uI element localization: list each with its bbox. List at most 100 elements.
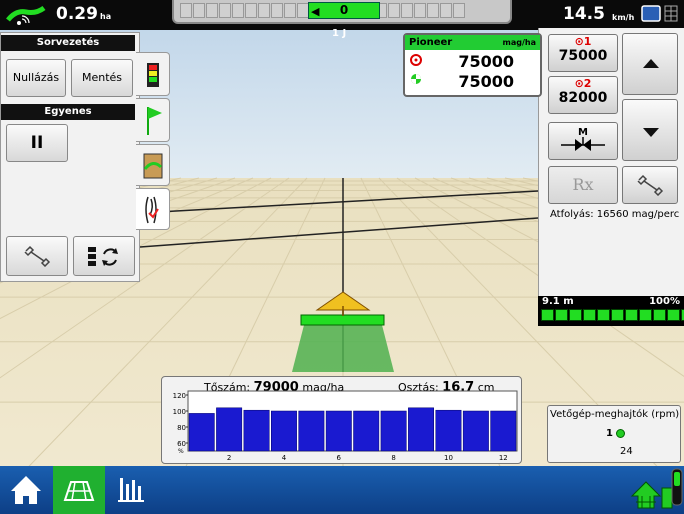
lightbar-center: ◀ 0 [308,2,380,19]
lightbar-tab-icon [147,63,159,87]
y-unit: % [178,448,184,455]
nav-home[interactable] [0,466,52,514]
rate-preset-1-value: 75000 [558,48,608,64]
population-chart[interactable]: Tőszám: 79000 mag/ha Osztás: 16.7 cm 120… [161,376,522,464]
rate-preset-2-button[interactable]: ⊙2 82000 [548,76,618,114]
population-bar [490,410,517,452]
product-rate-card[interactable]: Pioneer mag/ha 75000 75000 [403,33,542,97]
manual-rate-button[interactable]: M [548,122,618,160]
tab-field-boundary[interactable] [136,144,170,186]
guidance-panel: Sorvezetés Nullázás Mentés Egyenes II [0,32,140,282]
lightbar-cell [193,3,205,18]
field-operation-icon[interactable] [626,468,674,512]
save-button[interactable]: Mentés [71,59,133,97]
population-bar [298,410,325,452]
y-tick-label: 120 [173,392,186,400]
boom-section [541,309,554,321]
lightbar: ◀ 0 [172,0,512,24]
target-icon [410,54,422,66]
bottom-navigation [0,466,684,514]
speed-unit: km/h [612,13,635,22]
flag-tab-icon [147,107,162,135]
lightbar-cell [414,3,426,18]
area-unit: ha [100,12,112,21]
x-tick-label: 12 [499,454,508,462]
tab-flags[interactable] [136,98,170,142]
boom-section [667,309,680,321]
rate-decrease-button[interactable] [622,99,678,161]
product-settings-button[interactable] [622,166,678,204]
drive-status-icon [615,428,625,438]
drive-row: 1 [606,428,625,439]
steering-tab-icon [145,196,159,224]
lightbar-cell [206,3,218,18]
status-indicator-icon [671,468,683,506]
chart-icon [118,478,144,502]
settings-button[interactable] [6,236,68,276]
screen: 0.29 ha ◀ 0 14.5 km/h 1 J Sorvezetés Nul… [0,0,684,514]
reset-button[interactable]: Nullázás [6,59,66,97]
product-unit: mag/ha [502,38,536,47]
lightbar-cell [427,3,439,18]
y-tick-label: 60 [177,440,186,448]
prescription-button[interactable]: Rx [548,166,618,204]
lightbar-cell [180,3,192,18]
map-view-toggle-icon[interactable] [641,4,679,24]
product-name: Pioneer [409,37,453,48]
cycle-pattern-button[interactable] [73,236,135,276]
x-tick-label: 10 [444,454,453,462]
x-tick-label: 8 [391,454,395,462]
rate-preset-1-button[interactable]: ⊙1 75000 [548,34,618,72]
pattern-header: Egyenes [1,104,135,120]
boom-section [653,309,666,321]
pause-button[interactable]: II [6,124,68,162]
guidance-offset: 0 [339,3,349,17]
actual-rate-row: 75000 [405,70,540,91]
speed-value: 14.5 [563,4,605,24]
population-bar [243,409,270,452]
y-tick-label: 80 [177,424,186,432]
population-bar [380,410,407,452]
lightbar-cell [258,3,270,18]
population-bar [462,410,489,452]
lightbar-cell [219,3,231,18]
arrow-up-icon [643,59,659,68]
seed-drives-panel[interactable]: Vetőgép-meghajtók (rpm) 1 24 [547,405,681,463]
nav-field-map[interactable] [53,466,105,514]
boom-section [639,309,652,321]
population-bar [325,410,352,452]
field-grid-icon [63,481,95,501]
drive-row-number: 1 [606,428,613,439]
population-bar [188,413,215,452]
target-rate-row: 75000 [405,50,540,71]
tab-steering[interactable] [136,188,170,230]
lightbar-cell [453,3,465,18]
field-tab-icon [143,153,163,179]
area-value: 0.29 [56,4,98,24]
nav-statistics[interactable] [106,466,158,514]
population-bar [216,407,243,452]
lightbar-cell [232,3,244,18]
manual-label: M [578,127,588,138]
gps-satellite-icon [6,5,46,25]
lightbar-cell [440,3,452,18]
home-icon [11,476,41,504]
boom-width: 9.1 m [542,296,574,307]
drives-title: Vetőgép-meghajtók (rpm) [550,409,680,420]
drive-rpm: 24 [620,446,633,457]
rate-increase-button[interactable] [622,33,678,95]
boom-section [583,309,596,321]
rate-preset-2-label: ⊙2 [574,77,592,90]
actual-rate: 75000 [458,72,514,91]
area-counter[interactable]: 0.29 ha [2,2,162,28]
guidance-header: Sorvezetés [1,35,135,51]
x-tick-label: 2 [227,454,231,462]
left-arrow-icon: ◀ [311,5,320,18]
tab-lightbar[interactable] [136,52,170,96]
population-bar [408,407,434,452]
lightbar-cell [388,3,400,18]
boom-section [597,309,610,321]
population-bar [435,409,462,452]
pass-number: 1 J [332,28,347,39]
boom-status: 9.1 m 100% [538,296,684,326]
